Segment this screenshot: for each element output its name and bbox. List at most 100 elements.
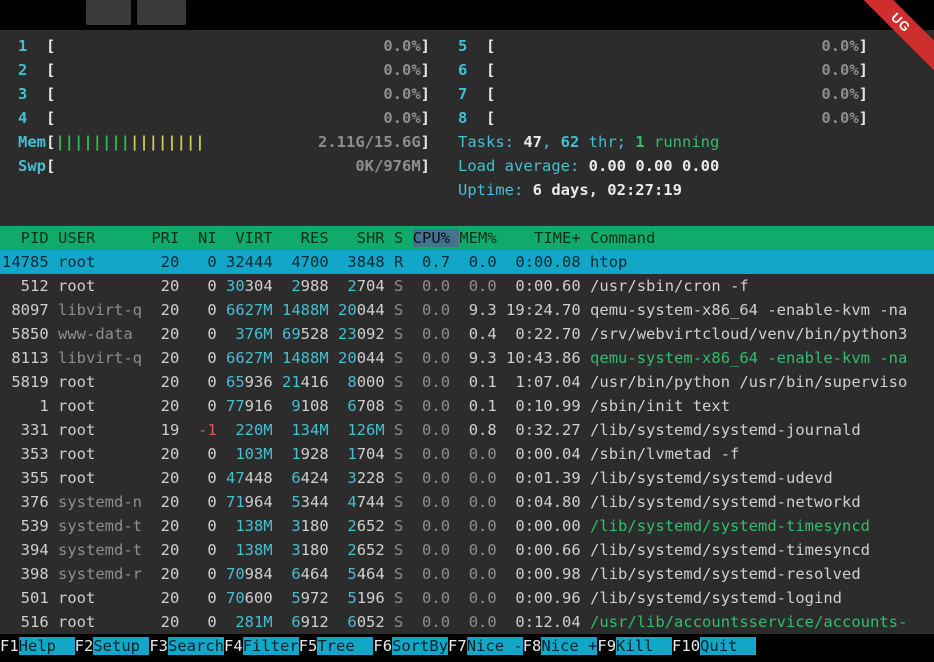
- cell-res: 134M: [282, 421, 329, 439]
- column-header-pid[interactable]: PID: [2, 229, 58, 247]
- fkey-F4[interactable]: F4Filter: [224, 634, 299, 658]
- bracket-open: [: [486, 82, 495, 106]
- cell-gap: [385, 373, 394, 391]
- cell-time: 0:01.39: [506, 469, 590, 487]
- cell-command: /lib/systemd/systemd-udevd: [590, 469, 833, 487]
- debug-badge: UG: [862, 0, 934, 72]
- column-header-ni[interactable]: NI: [189, 229, 226, 247]
- table-header-row: PID USER PRI NI VIRT RES SHR S CPU% MEM%…: [0, 226, 934, 250]
- cell-res: 528: [301, 325, 329, 343]
- cell-mem: 0.0: [459, 589, 506, 607]
- process-row[interactable]: 353 root 20 0 103M 1928 1704 S 0.0 0.0 0…: [0, 442, 934, 466]
- column-header-time[interactable]: TIME+: [506, 229, 590, 247]
- fkey-F2[interactable]: F2Setup: [75, 634, 150, 658]
- titlebar-button-2[interactable]: [137, 0, 186, 25]
- bracket-open: [: [46, 154, 55, 178]
- column-header-mem[interactable]: MEM%: [459, 229, 506, 247]
- process-row[interactable]: 394 systemd-t 20 0 138M 3180 2652 S 0.0 …: [0, 538, 934, 562]
- column-header-cpu[interactable]: CPU%: [413, 229, 460, 247]
- cell-command: /lib/systemd/systemd-resolved: [590, 565, 861, 583]
- cell-ni: 0: [189, 517, 226, 535]
- cpu-meter-1: 1[0.0%]: [18, 34, 430, 58]
- cell-res: 6: [282, 565, 301, 583]
- process-row[interactable]: 376 systemd-n 20 0 71964 5344 4744 S 0.0…: [0, 490, 934, 514]
- cell-pid: 5819: [2, 373, 58, 391]
- cell-gap: [273, 421, 282, 439]
- cpu-percent: 0.0%: [383, 106, 420, 130]
- column-header-s[interactable]: S: [394, 229, 413, 247]
- fkey-F8[interactable]: F8Nice +: [523, 634, 598, 658]
- fkey-F5[interactable]: F5Tree: [299, 634, 374, 658]
- cell-cpu: 0.0: [413, 301, 460, 319]
- cell-time: 0:32.27: [506, 421, 590, 439]
- fkey-F10[interactable]: F10Quit: [672, 634, 756, 658]
- process-row[interactable]: 516 root 20 0 281M 6912 6052 S 0.0 0.0 0…: [0, 610, 934, 634]
- process-row[interactable]: 539 systemd-t 20 0 138M 3180 2652 S 0.0 …: [0, 514, 934, 538]
- cell-virt: 77: [226, 397, 245, 415]
- process-row[interactable]: 8113 libvirt-q 20 0 6627M 1488M 20044 S …: [0, 346, 934, 370]
- cell-state: S: [394, 493, 413, 511]
- cell-res: 1488M: [282, 301, 329, 319]
- cell-shr: 3: [338, 469, 357, 487]
- column-header-user[interactable]: USER: [58, 229, 151, 247]
- cell-cpu: 0.0: [413, 397, 460, 415]
- fkey-F7[interactable]: F7Nice -: [448, 634, 523, 658]
- load-average-line: Load average: 0.00 0.00 0.00: [458, 154, 868, 178]
- cell-state: S: [394, 445, 413, 463]
- cell-user: root: [58, 421, 151, 439]
- titlebar-button-1[interactable]: [86, 0, 131, 25]
- cell-time: 0:00.66: [506, 541, 590, 559]
- bracket-close: ]: [421, 130, 430, 154]
- cell-gap: [273, 493, 282, 511]
- cell-res: 928: [301, 445, 329, 463]
- uptime-label: Uptime:: [458, 181, 533, 199]
- process-row[interactable]: 355 root 20 0 47448 6424 3228 S 0.0 0.0 …: [0, 466, 934, 490]
- cell-virt: 71: [226, 493, 245, 511]
- cell-gap: [385, 517, 394, 535]
- cpu-number: 3: [18, 82, 46, 106]
- cell-command: qemu-system-x86_64 -enable-kvm -na: [590, 301, 907, 319]
- fkey-F1[interactable]: F1Help: [0, 634, 75, 658]
- fkey-F3[interactable]: F3Search: [149, 634, 224, 658]
- header-left-column: 1[0.0%] 2[0.0%] 3[0.0%] 4[0.0%] Mem[||||…: [2, 34, 458, 226]
- meter-bar: [495, 82, 821, 106]
- process-row[interactable]: 398 systemd-r 20 0 70984 6464 5464 S 0.0…: [0, 562, 934, 586]
- cell-pid: 376: [2, 493, 58, 511]
- cell-shr: 6: [338, 613, 357, 631]
- process-row[interactable]: 14785 root 20 0 32444 4700 3848 R 0.7 0.…: [0, 250, 934, 274]
- process-row[interactable]: 512 root 20 0 30304 2988 2704 S 0.0 0.0 …: [0, 274, 934, 298]
- cell-gap: [329, 445, 338, 463]
- cell-res: 9: [282, 397, 301, 415]
- cell-gap: [273, 325, 282, 343]
- cell-pid: 1: [2, 397, 58, 415]
- meter-bar: [55, 106, 383, 130]
- process-row[interactable]: 331 root 19 -1 220M 134M 126M S 0.0 0.8 …: [0, 418, 934, 442]
- fkey-key: F4: [224, 637, 243, 655]
- fkey-label: Help: [19, 637, 75, 655]
- process-row[interactable]: 501 root 20 0 70600 5972 5196 S 0.0 0.0 …: [0, 586, 934, 610]
- process-row[interactable]: 5850 www-data 20 0 376M 69528 23092 S 0.…: [0, 322, 934, 346]
- column-header-pri[interactable]: PRI: [151, 229, 188, 247]
- column-header-command[interactable]: Command: [590, 229, 655, 247]
- fkey-key: F3: [149, 637, 168, 655]
- cell-ni: -1: [189, 421, 226, 439]
- cpu-number: 4: [18, 106, 46, 130]
- cell-time: 0:22.70: [506, 325, 590, 343]
- fkey-F9[interactable]: F9Kill: [597, 634, 672, 658]
- process-row[interactable]: 8097 libvirt-q 20 0 6627M 1488M 20044 S …: [0, 298, 934, 322]
- process-row[interactable]: 5819 root 20 0 65936 21416 8000 S 0.0 0.…: [0, 370, 934, 394]
- cell-gap: [329, 277, 338, 295]
- cell-virt: 30: [226, 277, 245, 295]
- cell-cpu: 0.0: [413, 493, 460, 511]
- cell-ni: 0: [189, 445, 226, 463]
- column-header-res[interactable]: RES: [282, 229, 338, 247]
- fkey-F6[interactable]: F6SortBy: [373, 634, 448, 658]
- column-header-virt[interactable]: VIRT: [226, 229, 282, 247]
- process-row[interactable]: 1 root 20 0 77916 9108 6708 S 0.0 0.1 0:…: [0, 394, 934, 418]
- cell-pid: 8097: [2, 301, 58, 319]
- cell-time: 0:00.08: [506, 253, 590, 271]
- cell-command: qemu-system-x86_64 -enable-kvm -na: [590, 349, 907, 367]
- cell-time: 0:00.98: [506, 565, 590, 583]
- cell-res: 972: [301, 589, 329, 607]
- column-header-shr[interactable]: SHR: [338, 229, 394, 247]
